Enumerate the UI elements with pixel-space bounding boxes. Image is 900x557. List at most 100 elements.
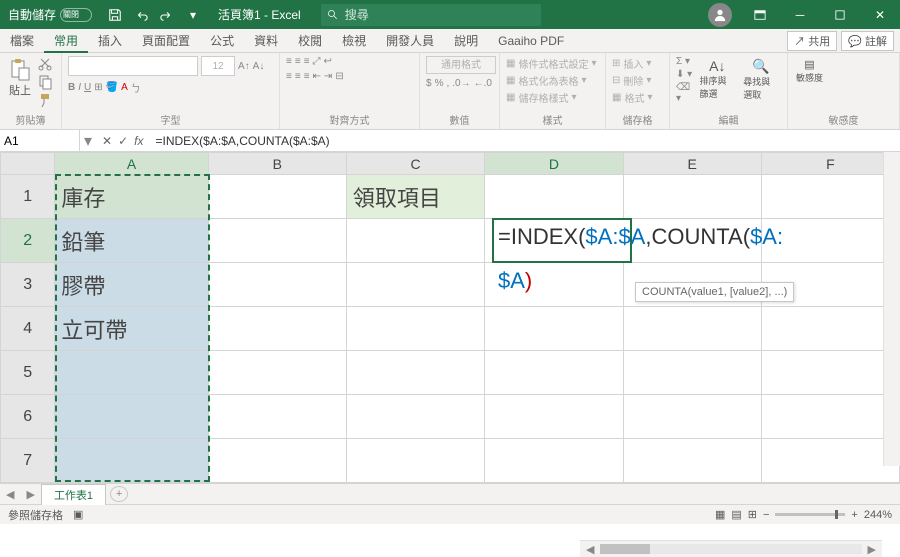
col-header-A[interactable]: A [55, 153, 208, 175]
sort-filter-button[interactable]: A↓排序與篩選 [697, 56, 737, 102]
copy-icon[interactable] [38, 74, 54, 90]
select-all-corner[interactable] [1, 153, 55, 175]
cell-B7[interactable] [208, 439, 346, 483]
align-center-icon[interactable]: ≡ [295, 71, 301, 82]
cell-C2[interactable] [346, 219, 485, 263]
row-header-2[interactable]: 2 [1, 219, 55, 263]
bold-icon[interactable]: B [68, 82, 75, 93]
vertical-scrollbar[interactable] [883, 152, 900, 466]
col-header-F[interactable]: F [761, 153, 899, 175]
indent-inc-icon[interactable]: ⇥ [324, 71, 332, 82]
cell-A4[interactable]: 立可帶 [55, 307, 208, 351]
row-header-4[interactable]: 4 [1, 307, 55, 351]
insert-cells-button[interactable]: ⊞ 插入 ▾ [612, 56, 651, 71]
cancel-formula-icon[interactable]: ✕ [102, 134, 112, 148]
fill-color-icon[interactable]: 🪣 [106, 82, 118, 93]
cell-D7[interactable] [485, 439, 623, 483]
tab-data[interactable]: 資料 [244, 28, 288, 53]
zoom-out-icon[interactable]: − [763, 509, 769, 521]
cell-C4[interactable] [346, 307, 485, 351]
underline-icon[interactable]: U [84, 82, 91, 93]
save-icon[interactable] [106, 6, 124, 24]
cell-B6[interactable] [208, 395, 346, 439]
tab-file[interactable]: 檔案 [0, 28, 44, 53]
search-box[interactable]: 搜尋 [321, 4, 541, 26]
cell-B1[interactable] [208, 175, 346, 219]
cell-D5[interactable] [485, 351, 623, 395]
col-header-D[interactable]: D [485, 153, 623, 175]
dec-decimal-icon[interactable]: ←.0 [474, 78, 492, 89]
font-name-combo[interactable] [68, 56, 198, 76]
wrap-text-icon[interactable]: ↩ [324, 56, 332, 67]
zoom-level[interactable]: 244% [864, 509, 892, 521]
in-cell-formula-edit[interactable]: =INDEX($A:$A,COUNTA($A: $A) [498, 224, 783, 250]
cell-A6[interactable] [55, 395, 208, 439]
cell-C7[interactable] [346, 439, 485, 483]
cell-D4[interactable] [485, 307, 623, 351]
cell-E7[interactable] [623, 439, 761, 483]
cell-B3[interactable] [208, 263, 346, 307]
new-sheet-icon[interactable]: + [110, 486, 128, 502]
font-size-combo[interactable]: 12 [201, 56, 235, 76]
row-header-1[interactable]: 1 [1, 175, 55, 219]
macro-record-icon[interactable]: ▣ [73, 508, 83, 521]
cell-C3[interactable] [346, 263, 485, 307]
align-mid-icon[interactable]: ≡ [295, 56, 301, 67]
sensitivity-button[interactable]: ▤敏感度 [794, 56, 825, 86]
tab-gaaiho[interactable]: Gaaiho PDF [488, 30, 574, 52]
cell-B4[interactable] [208, 307, 346, 351]
find-select-button[interactable]: 🔍尋找與選取 [741, 56, 781, 103]
enter-formula-icon[interactable]: ✓ [118, 134, 128, 148]
delete-cells-button[interactable]: ⊟ 刪除 ▾ [612, 73, 651, 88]
cell-F4[interactable] [761, 307, 899, 351]
row-header-6[interactable]: 6 [1, 395, 55, 439]
row-header-3[interactable]: 3 [1, 263, 55, 307]
cell-E1[interactable] [623, 175, 761, 219]
align-left-icon[interactable]: ≡ [286, 71, 292, 82]
sheet-nav-prev-icon[interactable]: ◀ [0, 488, 20, 501]
indent-dec-icon[interactable]: ⇤ [313, 71, 321, 82]
merge-icon[interactable]: ⊟ [335, 71, 343, 82]
cell-A3[interactable]: 膠帶 [55, 263, 208, 307]
border-icon[interactable]: ⊞ [94, 82, 102, 93]
worksheet-grid[interactable]: A B C D E F 1 庫存 領取項目 2 鉛筆 3 膠帶 4 立可帶 5 … [0, 152, 900, 483]
tab-help[interactable]: 說明 [444, 28, 488, 53]
zoom-in-icon[interactable]: + [851, 509, 857, 521]
view-break-icon[interactable]: ⊞ [748, 508, 757, 521]
clear-icon[interactable]: ⌫ ▾ [676, 82, 693, 104]
align-top-icon[interactable]: ≡ [286, 56, 292, 67]
sheet-nav-next-icon[interactable]: ▶ [20, 488, 40, 501]
cell-C1[interactable]: 領取項目 [346, 175, 485, 219]
cell-styles-button[interactable]: ▦ 儲存格樣式 ▾ [506, 90, 576, 105]
row-header-7[interactable]: 7 [1, 439, 55, 483]
horizontal-scrollbar[interactable]: ◀▶ [580, 540, 882, 557]
view-normal-icon[interactable]: ▦ [715, 508, 725, 521]
percent-icon[interactable]: % [435, 78, 444, 89]
cell-F1[interactable] [761, 175, 899, 219]
align-bot-icon[interactable]: ≡ [304, 56, 310, 67]
maximize-icon[interactable] [820, 0, 860, 29]
orientation-icon[interactable]: ⤢ [313, 56, 321, 67]
paste-button[interactable]: 貼上 [6, 56, 34, 100]
tab-review[interactable]: 校閱 [288, 28, 332, 53]
inc-decimal-icon[interactable]: .0→ [452, 78, 470, 89]
share-button[interactable]: ↗ 共用 [787, 31, 837, 51]
close-icon[interactable]: ✕ [860, 0, 900, 29]
format-cells-button[interactable]: ▦ 格式 ▾ [612, 90, 652, 105]
autosum-icon[interactable]: Σ ▾ [676, 56, 693, 67]
format-painter-icon[interactable] [38, 92, 54, 108]
align-right-icon[interactable]: ≡ [304, 71, 310, 82]
conditional-format-button[interactable]: ▦ 條件式格式設定 ▾ [506, 56, 596, 71]
minimize-icon[interactable]: ─ [780, 0, 820, 29]
cell-C5[interactable] [346, 351, 485, 395]
font-color-icon[interactable]: A [121, 82, 128, 93]
tab-developer[interactable]: 開發人員 [376, 28, 444, 53]
sheet-tab-1[interactable]: 工作表1 [41, 484, 106, 505]
cut-icon[interactable] [38, 56, 54, 72]
currency-icon[interactable]: $ [426, 78, 432, 89]
comma-icon[interactable]: , [446, 78, 449, 89]
cell-A2[interactable]: 鉛筆 [55, 219, 208, 263]
cell-C6[interactable] [346, 395, 485, 439]
cell-E4[interactable] [623, 307, 761, 351]
format-table-button[interactable]: ▦ 格式化為表格 ▾ [506, 73, 586, 88]
